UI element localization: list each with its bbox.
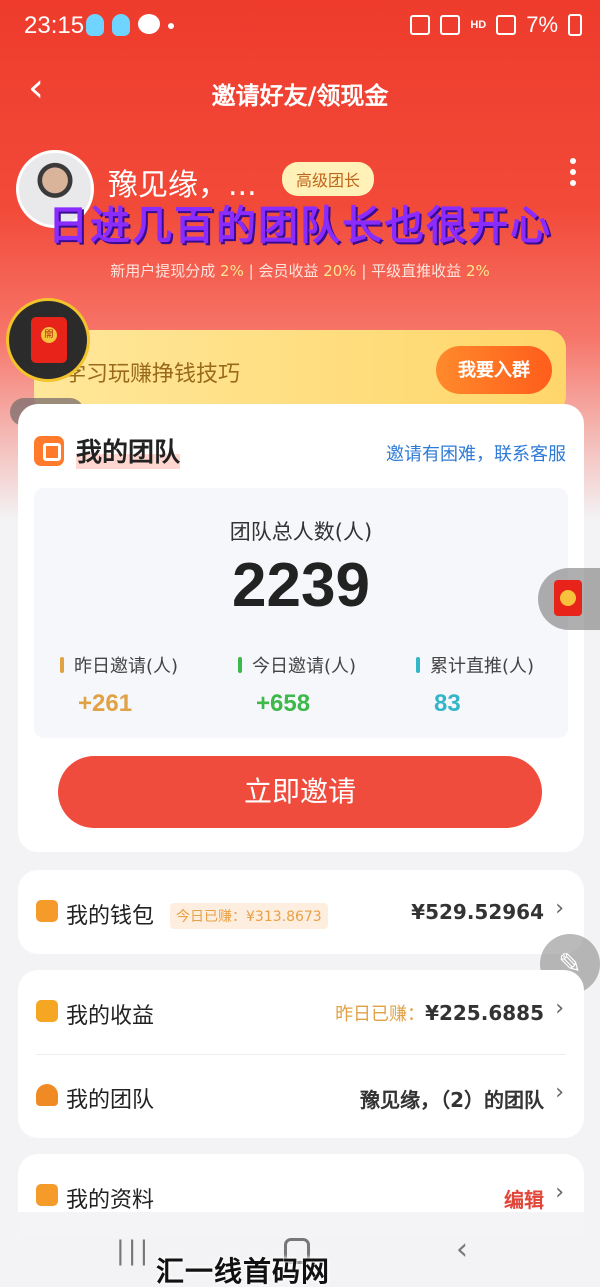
red-envelope-seal: 開 bbox=[41, 327, 57, 343]
page-title: 邀请好友/领现金 bbox=[211, 82, 389, 110]
stat-value: +261 bbox=[78, 690, 133, 717]
notification-icons bbox=[86, 14, 174, 36]
join-group-button[interactable]: 我要入群 bbox=[436, 346, 552, 394]
team-title: 我的团队 bbox=[76, 432, 181, 469]
wallet-label: 我的钱包 bbox=[66, 904, 155, 929]
mute-icon bbox=[410, 15, 431, 35]
wifi-icon bbox=[440, 15, 461, 35]
overlay-caption: 日进几百的团队长也很开心 bbox=[48, 203, 552, 249]
document-icon bbox=[36, 1184, 58, 1206]
my-team-value: 豫见缘，（2）的团队 bbox=[360, 1088, 544, 1112]
rate-value: 20% bbox=[323, 262, 357, 280]
my-team-label: 我的团队 bbox=[66, 1088, 155, 1113]
status-time: 23:15 bbox=[24, 12, 85, 39]
level-badge: 高级团长 bbox=[282, 162, 375, 196]
yen-icon bbox=[36, 1000, 58, 1022]
more-notifications-icon bbox=[168, 23, 174, 29]
profile-header: 豫见缘，... 高级团长 日进几百的团队长也很开心 新用户提现分成 2% | 会… bbox=[0, 148, 600, 288]
rate-value: 2% bbox=[220, 262, 244, 280]
total-members-value: 2239 bbox=[232, 551, 370, 620]
rate-value: 2% bbox=[465, 262, 490, 280]
yesterday-earned-value: ¥225.6885 bbox=[425, 1001, 544, 1025]
wallet-row[interactable]: 我的钱包 今日已赚：¥313.8673 ¥529.52964 › bbox=[18, 870, 584, 954]
today-earned-tag: 今日已赚：¥313.8673 bbox=[170, 903, 328, 929]
red-envelope-seal bbox=[560, 590, 576, 606]
group-banner-text: 学习玩赚挣钱技巧 bbox=[64, 362, 241, 387]
gift-float[interactable] bbox=[538, 568, 600, 630]
battery-icon bbox=[568, 14, 582, 36]
stat-direct: 累计直推(人) 83 bbox=[416, 652, 596, 718]
qq-icon bbox=[86, 14, 104, 36]
rate-label: 会员收益 bbox=[258, 262, 324, 280]
wechat-icon bbox=[138, 14, 160, 34]
team-stats: 团队总人数(人) 2239 昨日邀请(人) +261 今日邀请(人) +658 … bbox=[34, 488, 568, 738]
rate-label: 新用户提现分成 bbox=[110, 262, 221, 280]
earnings-value: 昨日已赚：¥225.6885 bbox=[335, 1000, 544, 1026]
stat-label: 昨日邀请(人) bbox=[74, 656, 179, 677]
stat-today: 今日邀请(人) +658 bbox=[238, 652, 418, 718]
earnings-card: 我的收益 昨日已赚：¥225.6885 › 我的团队 豫见缘，（2）的团队 › bbox=[18, 970, 584, 1138]
stat-bar bbox=[60, 657, 64, 673]
chevron-right-icon: › bbox=[555, 996, 564, 1021]
contact-support-link[interactable]: 邀请有困难，联系客服 bbox=[386, 440, 566, 466]
stat-value: 83 bbox=[434, 690, 461, 717]
chevron-right-icon: › bbox=[555, 1080, 564, 1105]
watermark: 汇一线首码网 www.huiyixian.com bbox=[156, 1255, 331, 1287]
team-card: 我的团队 邀请有困难，联系客服 团队总人数(人) 2239 昨日邀请(人) +2… bbox=[18, 404, 584, 852]
signal-icon bbox=[496, 15, 517, 35]
group-banner[interactable]: 学习玩赚挣钱技巧 我要入群 bbox=[34, 330, 566, 414]
earnings-label: 我的收益 bbox=[66, 1004, 155, 1029]
yesterday-earned-label: 昨日已赚： bbox=[335, 1004, 426, 1025]
wallet-card[interactable]: 我的钱包 今日已赚：¥313.8673 ¥529.52964 › bbox=[18, 870, 584, 954]
qq-icon-2 bbox=[112, 14, 130, 36]
stat-label: 今日邀请(人) bbox=[252, 656, 357, 677]
recents-icon[interactable]: ||| bbox=[116, 1236, 151, 1266]
rate-label: 平级直推收益 bbox=[371, 262, 466, 280]
team-icon bbox=[34, 435, 64, 466]
stat-value: +658 bbox=[256, 690, 311, 717]
my-team-row[interactable]: 我的团队 豫见缘，（2）的团队 › bbox=[18, 1054, 584, 1138]
chevron-right-icon: › bbox=[555, 896, 564, 921]
stat-bar bbox=[238, 657, 242, 673]
earnings-row[interactable]: 我的收益 昨日已赚：¥225.6885 › bbox=[18, 970, 584, 1054]
more-vertical-icon[interactable] bbox=[570, 158, 576, 191]
total-members-label: 团队总人数(人) bbox=[229, 520, 373, 544]
chevron-right-icon: › bbox=[555, 1180, 564, 1205]
battery-text: 7% bbox=[526, 12, 558, 37]
stat-yesterday: 昨日邀请(人) +261 bbox=[60, 652, 240, 718]
wallet-balance: ¥529.52964 bbox=[411, 900, 544, 924]
network-label: HD bbox=[470, 19, 487, 31]
stat-bar bbox=[416, 657, 420, 673]
status-bar: 23:15 HD 7% bbox=[0, 0, 600, 54]
red-packet-float[interactable]: 開 bbox=[6, 298, 90, 382]
edit-action[interactable]: 编辑 bbox=[504, 1184, 544, 1213]
profile-label: 我的资料 bbox=[66, 1188, 155, 1213]
user-icon bbox=[36, 1084, 58, 1106]
status-right: HD 7% bbox=[410, 12, 582, 38]
stat-label: 累计直推(人) bbox=[430, 656, 535, 677]
nav-bar: ‹ 邀请好友/领现金 bbox=[0, 62, 600, 118]
wallet-icon bbox=[36, 900, 58, 922]
commission-rates: 新用户提现分成 2% | 会员收益 20% | 平级直推收益 2% bbox=[110, 262, 490, 280]
team-header: 我的团队 bbox=[34, 432, 181, 469]
invite-now-button[interactable]: 立即邀请 bbox=[58, 756, 542, 828]
